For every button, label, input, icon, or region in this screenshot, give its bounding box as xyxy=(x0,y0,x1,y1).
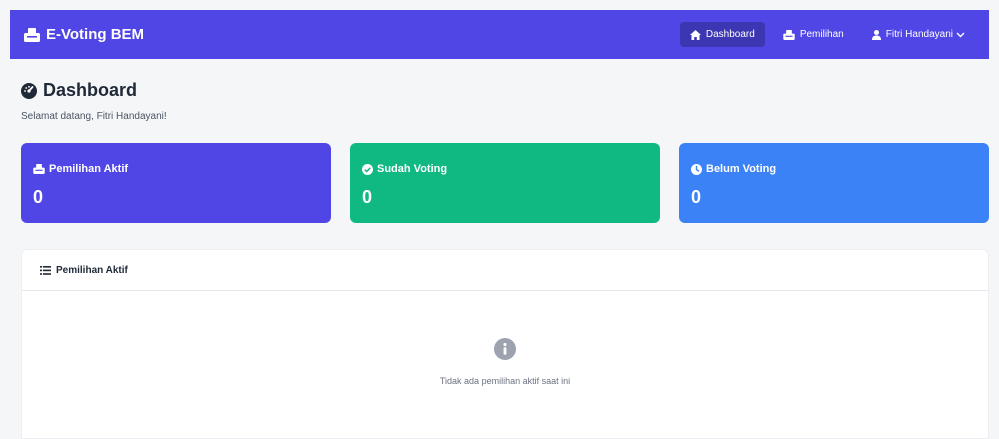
navbar: E-Voting BEM Dashboard Pemilihan Fitri H… xyxy=(10,10,989,59)
vote-box-icon xyxy=(24,27,40,42)
stat-label: Pemilihan Aktif xyxy=(49,163,129,175)
nav-dashboard-label: Dashboard xyxy=(705,29,755,40)
brand-title: E-Voting BEM xyxy=(46,26,145,43)
stat-value: 0 xyxy=(691,187,702,207)
stat-value: 0 xyxy=(362,187,373,207)
dashboard-gauge-icon xyxy=(21,82,37,99)
panel-header: Pemilihan Aktif xyxy=(22,250,988,291)
nav-pemilihan-label: Pemilihan xyxy=(799,29,844,40)
welcome-message: Selamat datang, Fitri Handayani! xyxy=(21,111,167,122)
page-title: Dashboard xyxy=(21,80,137,101)
home-icon xyxy=(689,29,701,40)
stat-label: Belum Voting xyxy=(706,163,777,175)
info-circle-icon xyxy=(494,338,516,360)
stat-value: 0 xyxy=(33,187,44,207)
user-icon xyxy=(871,29,881,40)
check-circle-icon xyxy=(362,163,373,175)
chevron-down-icon xyxy=(956,32,965,37)
page-title-text: Dashboard xyxy=(43,80,138,100)
empty-state: Tidak ada pemilihan aktif saat ini xyxy=(22,338,988,386)
stat-label: Sudah Voting xyxy=(377,163,448,175)
nav-dashboard[interactable]: Dashboard xyxy=(679,22,765,47)
vote-box-icon xyxy=(33,164,45,174)
stat-card-pemilihan-aktif: Pemilihan Aktif 0 xyxy=(21,143,331,223)
brand-link[interactable]: E-Voting BEM xyxy=(24,26,144,43)
stat-card-belum-voting: Belum Voting 0 xyxy=(679,143,989,223)
stat-card-sudah-voting: Sudah Voting 0 xyxy=(350,143,660,223)
user-name: Fitri Handayani xyxy=(885,29,953,40)
list-icon xyxy=(40,265,51,275)
nav-pemilihan[interactable]: Pemilihan xyxy=(773,22,854,47)
empty-state-message: Tidak ada pemilihan aktif saat ini xyxy=(439,376,571,386)
panel-title: Pemilihan Aktif xyxy=(56,264,128,276)
vote-box-icon xyxy=(783,29,795,40)
active-elections-panel: Pemilihan Aktif Tidak ada pemilihan akti… xyxy=(21,249,989,439)
user-dropdown[interactable]: Fitri Handayani xyxy=(862,22,975,47)
clock-icon xyxy=(691,163,702,175)
